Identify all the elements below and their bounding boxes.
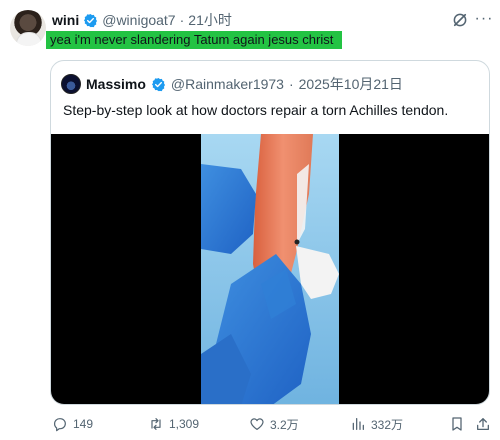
more-icon[interactable]: ···: [474, 9, 494, 29]
tweet-text: yea i'm never slandering Tatum again jes…: [46, 31, 342, 49]
share-button[interactable]: [475, 413, 491, 435]
bookmark-button[interactable]: [449, 413, 465, 435]
tweet-actions: 149 1,309 3.2万 332万: [50, 413, 496, 435]
tweet[interactable]: wini @winigoat7 · 21小时 ··· yea i'm never…: [0, 0, 500, 440]
video-frame[interactable]: [201, 134, 339, 404]
author-avatar[interactable]: [10, 10, 46, 46]
view-count: 332万: [371, 417, 404, 432]
like-icon: [250, 418, 264, 430]
quoted-header: Massimo @Rainmaker1973 · 2025年10月21日: [61, 73, 403, 95]
verified-icon: [151, 77, 165, 91]
author-handle[interactable]: @winigoat7: [102, 12, 175, 28]
video-player[interactable]: [51, 134, 489, 404]
tweet-header: wini @winigoat7 · 21小时: [52, 10, 232, 30]
share-icon: [477, 418, 489, 430]
grok-icon[interactable]: [451, 11, 469, 29]
reply-button[interactable]: 149: [52, 413, 93, 435]
repost-count: 1,309: [169, 417, 200, 431]
quoted-author-handle: @Rainmaker1973: [170, 76, 284, 92]
quoted-author-name: Massimo: [86, 76, 146, 92]
repost-icon: [151, 418, 161, 430]
quoted-date: 2025年10月21日: [298, 76, 403, 92]
quoted-tweet[interactable]: Massimo @Rainmaker1973 · 2025年10月21日 Ste…: [50, 60, 490, 405]
like-count: 3.2万: [270, 417, 299, 432]
views-icon: [352, 418, 364, 430]
quoted-text: Step-by-step look at how doctors repair …: [63, 102, 449, 118]
verified-icon: [84, 13, 98, 27]
repost-button[interactable]: 1,309: [148, 413, 199, 435]
reply-count: 149: [73, 417, 94, 431]
author-name[interactable]: wini: [52, 12, 79, 28]
surgery-video-image: [201, 134, 339, 404]
views-button[interactable]: 332万: [350, 413, 403, 435]
like-button[interactable]: 3.2万: [249, 413, 299, 435]
bookmark-icon: [452, 417, 462, 431]
tweet-time[interactable]: 21小时: [188, 10, 232, 30]
separator-dot: ·: [179, 12, 185, 28]
quoted-author-avatar: [61, 74, 81, 94]
separator-dot: ·: [288, 76, 294, 92]
reply-icon: [54, 418, 66, 432]
